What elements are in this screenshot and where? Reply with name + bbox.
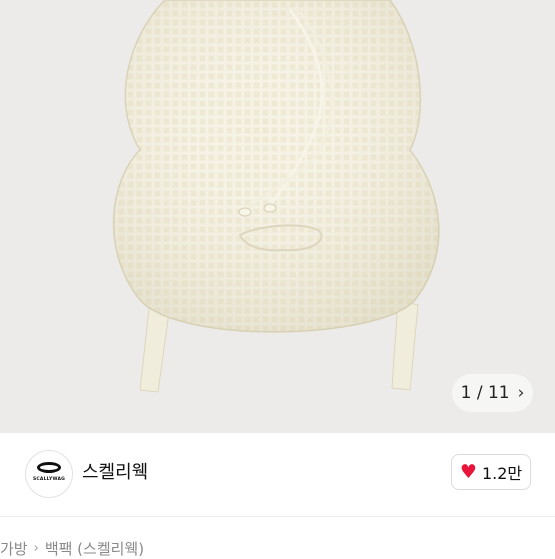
image-counter-total: 11 [487, 383, 510, 403]
image-counter-separator: / [476, 383, 483, 403]
product-image [113, 0, 440, 393]
like-count: 1.2만 [481, 464, 523, 483]
divider [0, 516, 555, 517]
breadcrumb-item-category[interactable]: 가방 [0, 538, 28, 559]
breadcrumb-item-subcategory[interactable]: 백팩 (스켈리웩) [45, 538, 144, 559]
shop-name[interactable]: 스켈리웩 [82, 458, 148, 484]
heart-icon: ♥ [459, 460, 477, 483]
brand-mark-icon [37, 462, 61, 473]
image-counter[interactable]: 1 / 11 › [452, 374, 533, 412]
breadcrumb: 가방 › 백팩 (스켈리웩) [0, 537, 144, 559]
chevron-right-icon: › [33, 540, 39, 556]
image-counter-current: 1 [460, 383, 472, 403]
product-image-gallery[interactable]: 1 / 11 › [0, 0, 555, 433]
logo-text: SCALLYWAG [32, 477, 66, 482]
chevron-right-icon[interactable]: › [518, 383, 525, 403]
like-button[interactable]: ♥ 1.2만 [451, 454, 531, 490]
shop-logo[interactable]: SCALLYWAG [25, 450, 73, 498]
